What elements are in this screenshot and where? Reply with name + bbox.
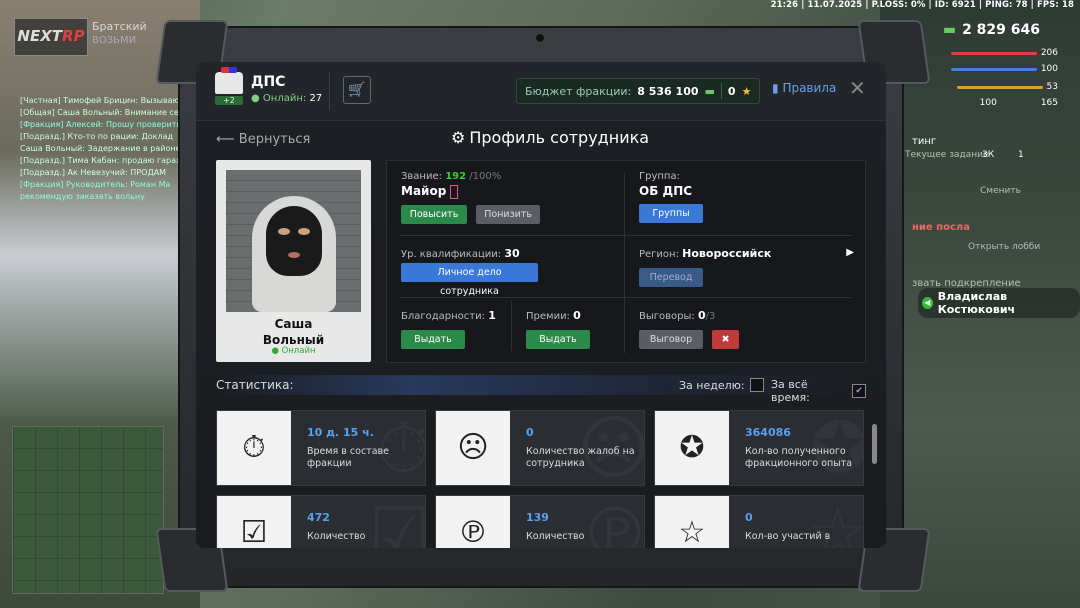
close-icon: ✕ [849, 76, 866, 100]
chat-log: [Частная] Тимофей Брицин: Вызываю [Общая… [20, 95, 190, 203]
faction-budget: Бюджет фракции: 8 536 100 ▬ 0 ★ [516, 78, 761, 104]
stat-card-complaints: ☹ ☹ 0 Количество жалоб на сотрудника [435, 410, 645, 486]
star-icon: ★ [741, 84, 752, 98]
shop-cart-button[interactable]: 🛒 [343, 76, 371, 104]
cash-icon: ▬ [942, 22, 957, 38]
armor-stat: 100 [950, 64, 1058, 74]
personal-file-button[interactable]: Личное дело сотрудника [401, 263, 538, 297]
gear-icon: ⚙ [451, 128, 466, 147]
rank-section: Звание: 192 /100% Майор Повысить Понизит… [401, 171, 541, 224]
stat-card-time: ⏱ ⏱ 10 д. 15 ч. Время в составе фракции [216, 410, 426, 486]
chat-line: Саша Вольный: Задержание в районе [20, 144, 181, 153]
week-checkbox[interactable] [749, 378, 764, 392]
ammo-stat: 100 165 [979, 98, 1058, 108]
chat-line: [Подразд.] Ак Невезучий: ПРОДАМ [20, 168, 167, 177]
region-name: Новороссийск [682, 247, 772, 260]
bonus-section: Премии: 0 Выдать [526, 309, 590, 349]
give-thanks-button[interactable]: Выдать [401, 330, 465, 349]
tablet-screen: +2 ДПС ● Онлайн: 27 🛒 Бюджет фракции: 8 … [196, 62, 886, 548]
alltime-checkbox[interactable]: ✔ [852, 384, 866, 398]
statistics-header: Статистика: За неделю: За всё время: ✔ [216, 375, 866, 404]
stat-card-experience: ✪ ✪ 364086 Кол-во полученного фракционно… [654, 410, 864, 486]
week-filter[interactable]: За неделю: [679, 378, 764, 392]
money-icon: ▬ [704, 84, 715, 98]
promote-button[interactable]: Повысить [401, 204, 467, 224]
page-title: ⚙ Профиль сотрудника [451, 128, 650, 147]
faction-name: ДПС [251, 74, 286, 90]
chat-line: [Фракция] Алексей: Прошу проверить [20, 120, 182, 129]
employee-name: Саша Вольный [262, 317, 325, 347]
chat-line: [Общая] Саша Вольный: Внимание сейчас [20, 108, 190, 117]
employee-avatar [226, 170, 361, 312]
header-divider [329, 72, 330, 110]
statistics-label: Статистика: [216, 378, 294, 392]
demote-button[interactable]: Понизить [476, 204, 541, 224]
minimap[interactable] [12, 426, 164, 594]
rules-icon: ▮ [772, 81, 779, 95]
stat-card-tasks: ☑ ☑ 472 Количество [216, 495, 426, 548]
back-button[interactable]: ⟵ Вернуться [216, 132, 310, 147]
reprimand-button[interactable]: Выговор [639, 330, 703, 349]
employee-status: ● Онлайн [271, 346, 316, 356]
transfer-button[interactable]: Перевод [639, 268, 703, 287]
group-section: Группа: ОБ ДПС Группы [639, 171, 703, 223]
budget-value: 8 536 100 [637, 84, 699, 98]
region-section: Регион: Новороссийск ▶ Перевод [639, 247, 854, 287]
thanks-section: Благодарности: 1 Выдать [401, 309, 496, 349]
remove-reprimand-button[interactable]: ✖ [712, 330, 740, 349]
system-status-bar: 21:26 | 11.07.2025 | P.LOSS: 0% | ID: 69… [770, 0, 1074, 10]
hud-lobby[interactable]: Открыть лобби [968, 242, 1040, 252]
employee-info-panel: Звание: 192 /100% Майор Повысить Понизит… [386, 160, 866, 363]
hunger-stat: 53 [956, 82, 1058, 92]
voice-icon: ◀ [922, 297, 933, 309]
chat-line: [Фракция] Руководитель: Роман Ма [20, 180, 171, 189]
clipboard-icon: ☑ [217, 496, 291, 548]
fines-document-icon: ℗ [436, 496, 510, 548]
hud-task2: ние посла [912, 222, 970, 233]
qualification-section: Ур. квалификации: 30 Личное дело сотрудн… [401, 247, 538, 298]
groups-button[interactable]: Группы [639, 204, 703, 223]
chat-line: [Подразд.] Кто-то по рации: Доклад [20, 132, 174, 141]
cart-icon: 🛒 [348, 82, 366, 98]
remove-user-icon: ✖ [721, 334, 730, 345]
arrow-left-icon: ⟵ [216, 132, 235, 147]
chat-line: [Частная] Тимофей Брицин: Вызываю [20, 96, 180, 105]
player-money: ▬ 2 829 646 [942, 22, 1040, 38]
employee-photo-card: Саша Вольный ● Онлайн [216, 160, 371, 362]
hud-count-3k: 3К [982, 150, 995, 160]
chat-line: рекомендую заказать вольну [20, 192, 145, 201]
hud-task: Текущее задание [905, 150, 989, 160]
faction-level-badge: +2 [215, 96, 243, 105]
server-name: Братский ВОЗЬМИ [92, 20, 147, 46]
alltime-filter[interactable]: За всё время: ✔ [771, 378, 866, 404]
stars-value: 0 [727, 84, 736, 98]
server-logo: NEXTRP [14, 18, 88, 56]
star-outline-icon: ☆ [655, 496, 729, 548]
stopwatch-icon: ⏱ [217, 411, 291, 485]
stat-card-fines: ℗ ℗ 139 Количество [435, 495, 645, 548]
police-car-icon [215, 67, 243, 94]
hud-ting: тинг [912, 136, 937, 147]
region-next-icon[interactable]: ▶ [846, 247, 854, 258]
stat-card-events: ☆ ☆ 0 Кол-во участий в [654, 495, 864, 548]
faction-online: ● Онлайн: 27 [251, 93, 323, 104]
reprimand-section: Выговоры: 0/3 Выговор ✖ [639, 309, 740, 349]
health-stat: 206 [950, 48, 1058, 58]
faction-header: +2 ДПС ● Онлайн: 27 🛒 Бюджет фракции: 8 … [196, 62, 886, 121]
close-button[interactable]: ✕ [849, 76, 866, 100]
hud-count-1: 1 [1018, 150, 1024, 160]
give-bonus-button[interactable]: Выдать [526, 330, 590, 349]
exp-stars-icon: ✪ [655, 411, 729, 485]
rules-link[interactable]: ▮ Правила [772, 81, 836, 95]
voice-notification: ◀ Владислав Костюкович [918, 288, 1080, 318]
stats-scrollbar[interactable] [872, 424, 877, 464]
chat-line: [Подразд.] Тима Кабан: продаю гараж [20, 156, 184, 165]
hud-smena[interactable]: Сменить [980, 186, 1021, 196]
tablet-camera [535, 33, 545, 43]
group-name: ОБ ДПС [639, 184, 693, 198]
complaint-document-icon: ☹ [436, 411, 510, 485]
rank-name: Майор [401, 184, 447, 198]
faction-emblem: +2 [215, 67, 243, 108]
